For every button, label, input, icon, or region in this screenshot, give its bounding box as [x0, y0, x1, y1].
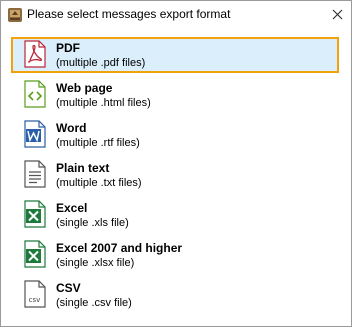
format-label: Word	[56, 121, 87, 135]
format-label: Web page	[56, 81, 113, 95]
window-title: Please select messages export format	[27, 7, 231, 21]
excel-xlsx-file-icon	[24, 240, 46, 268]
format-option-csv[interactable]: csv CSV (single .csv file)	[11, 277, 339, 313]
format-description: (multiple .txt files)	[56, 177, 142, 189]
format-description: (multiple .rtf files)	[56, 137, 140, 149]
format-label: Excel 2007 and higher	[56, 241, 183, 255]
format-option-pdf[interactable]: PDF (multiple .pdf files)	[11, 37, 339, 73]
csv-file-icon: csv	[24, 280, 46, 308]
format-label: Excel	[56, 201, 88, 215]
text-file-icon	[24, 160, 46, 188]
word-file-icon	[24, 120, 46, 148]
format-description: (multiple .pdf files)	[56, 57, 146, 69]
title-bar: Please select messages export format	[1, 1, 351, 29]
close-button[interactable]	[325, 3, 349, 25]
format-label: Plain text	[56, 161, 110, 175]
pdf-file-icon	[24, 40, 46, 68]
excel-file-icon	[24, 200, 46, 228]
format-label: PDF	[56, 41, 80, 55]
format-description: (single .xlsx file)	[56, 257, 135, 269]
html-file-icon	[24, 80, 46, 108]
format-description: (single .csv file)	[56, 297, 132, 309]
format-description: (single .xls file)	[56, 217, 129, 229]
format-description: (multiple .html files)	[56, 97, 151, 109]
format-option-web-page[interactable]: Web page (multiple .html files)	[11, 77, 339, 113]
format-list: PDF (multiple .pdf files) Web page (mult…	[11, 37, 341, 319]
format-option-plain-text[interactable]: Plain text (multiple .txt files)	[11, 157, 339, 193]
format-option-excel[interactable]: Excel (single .xls file)	[11, 197, 339, 233]
format-option-excel-2007[interactable]: Excel 2007 and higher (single .xlsx file…	[11, 237, 339, 273]
format-option-word[interactable]: Word (multiple .rtf files)	[11, 117, 339, 153]
app-icon	[8, 8, 22, 22]
export-format-dialog: Please select messages export format PDF…	[0, 0, 352, 327]
csv-icon-text: csv	[29, 296, 41, 304]
format-label: CSV	[56, 281, 81, 295]
close-icon	[332, 9, 342, 19]
